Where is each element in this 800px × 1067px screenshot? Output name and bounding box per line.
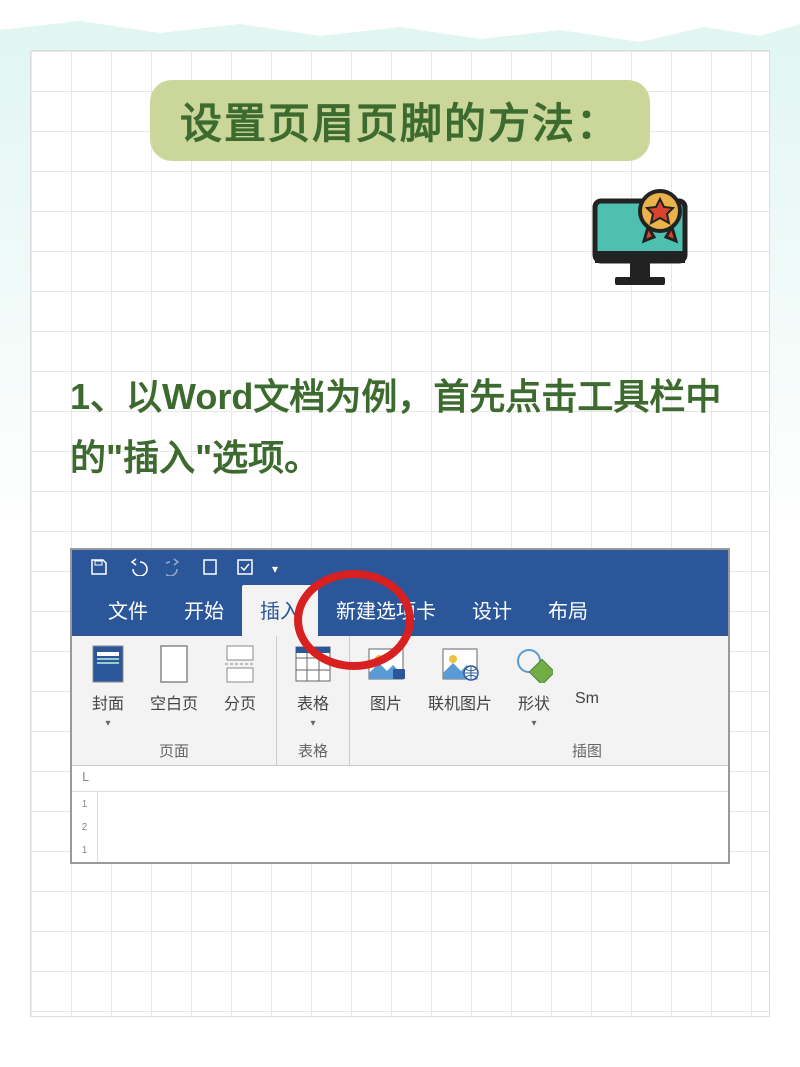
page-break-button[interactable]: 分页	[212, 644, 268, 736]
group-pages-label: 页面	[80, 736, 268, 761]
shapes-label: 形状	[518, 690, 550, 714]
tab-file[interactable]: 文件	[90, 585, 166, 636]
dropdown-icon	[310, 720, 315, 729]
table-icon	[293, 644, 333, 684]
cover-page-label: 封面	[92, 690, 124, 714]
ruler-mark: 2	[82, 822, 88, 833]
quick-access-toolbar: ▾	[72, 550, 728, 588]
online-picture-label: 联机图片	[428, 690, 492, 714]
title-highlight: 设置页眉页脚的方法：	[150, 80, 650, 161]
ribbon-group-tables: 表格 表格	[277, 636, 350, 765]
picture-icon	[366, 644, 406, 684]
monitor-award-icon	[580, 181, 700, 306]
smartart-icon	[567, 644, 607, 684]
page-break-label: 分页	[224, 690, 256, 714]
picture-label: 图片	[370, 690, 402, 714]
group-tables-label: 表格	[285, 736, 341, 761]
blank-page-icon	[154, 644, 194, 684]
tab-layout[interactable]: 布局	[530, 585, 606, 636]
shapes-icon	[514, 644, 554, 684]
tab-home[interactable]: 开始	[166, 585, 242, 636]
ribbon: 封面 空白页 分页 页面	[72, 636, 728, 766]
dropdown-icon	[531, 720, 536, 729]
title-container: 设置页眉页脚的方法：	[60, 80, 740, 161]
qat-more-icon[interactable]: ▾	[272, 562, 278, 576]
document-area: 1 2 1	[72, 792, 728, 862]
vertical-ruler: 1 2 1	[72, 792, 98, 862]
horizontal-ruler	[72, 766, 728, 792]
tab-new[interactable]: 新建选项卡	[318, 585, 454, 636]
cover-page-icon	[88, 644, 128, 684]
tab-insert[interactable]: 插入	[242, 585, 318, 636]
online-picture-icon	[440, 644, 480, 684]
table-button[interactable]: 表格	[285, 644, 341, 736]
redo-icon[interactable]	[166, 558, 184, 581]
tab-design[interactable]: 设计	[454, 585, 530, 636]
save-icon[interactable]	[90, 558, 108, 581]
ribbon-group-pages: 封面 空白页 分页 页面	[72, 636, 277, 765]
word-screenshot: ▾ 文件 开始 插入 新建选项卡 设计 布局 封面 空白页	[70, 548, 730, 864]
picture-button[interactable]: 图片	[358, 644, 414, 736]
page-content: 设置页眉页脚的方法： 1、以Word文档为例，首先点击工具栏中的"插入"选项。	[0, 0, 800, 864]
ribbon-tabs: 文件 开始 插入 新建选项卡 设计 布局	[72, 588, 728, 636]
smartart-button[interactable]: Sm	[572, 644, 602, 736]
ruler-mark: 1	[82, 845, 88, 856]
shapes-button[interactable]: 形状	[506, 644, 562, 736]
doc-icon[interactable]	[202, 558, 218, 581]
group-illustrations-label: 插图	[358, 736, 602, 761]
smartart-label: Sm	[575, 690, 599, 708]
page-break-icon	[220, 644, 260, 684]
table-label: 表格	[297, 690, 329, 714]
page-title: 设置页眉页脚的方法：	[180, 100, 620, 147]
blank-page-label: 空白页	[150, 690, 198, 714]
undo-icon[interactable]	[126, 558, 148, 581]
online-picture-button[interactable]: 联机图片	[424, 644, 496, 736]
ribbon-group-illustrations: 图片 联机图片 形状 Sm 插图	[350, 636, 610, 765]
dropdown-icon	[105, 720, 110, 729]
step-1-text: 1、以Word文档为例，首先点击工具栏中的"插入"选项。	[60, 366, 740, 488]
decor-icon-row	[60, 181, 740, 306]
blank-page-button[interactable]: 空白页	[146, 644, 202, 736]
ruler-mark: 1	[82, 799, 88, 810]
check-icon[interactable]	[236, 558, 254, 581]
cover-page-button[interactable]: 封面	[80, 644, 136, 736]
